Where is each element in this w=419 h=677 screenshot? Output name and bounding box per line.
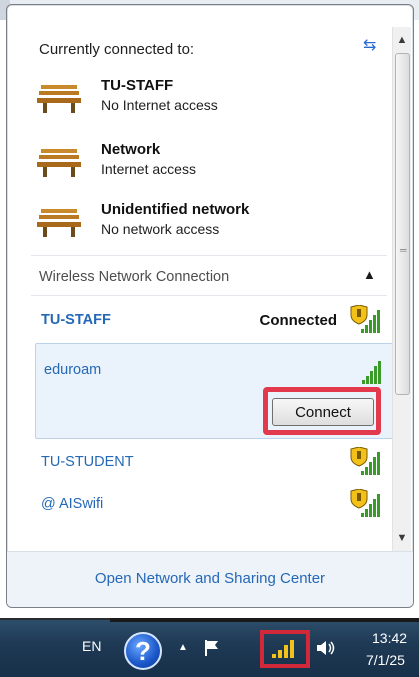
network-flyout: Currently connected to: ⇆ TU-STAFF No In…	[6, 4, 414, 608]
secured-signal-icon	[350, 447, 380, 475]
connected-status: Connected	[259, 312, 337, 329]
wifi-ssid: TU-STAFF	[41, 312, 111, 328]
network-status: No Internet access	[101, 97, 218, 113]
signal-icon	[362, 361, 381, 384]
secured-signal-icon	[350, 489, 380, 517]
bench-network-icon	[37, 149, 81, 177]
divider	[31, 255, 387, 256]
scroll-down-arrow-icon[interactable]: ▼	[393, 529, 411, 547]
help-icon[interactable]: ?	[124, 632, 162, 670]
scrollbar-grip-icon: ═	[400, 245, 407, 255]
action-center-flag-icon[interactable]	[202, 638, 222, 658]
scrollbar-thumb[interactable]: ═	[395, 53, 410, 395]
clock-time[interactable]: 13:42	[372, 630, 407, 646]
connected-network-item: Unidentified network No network access	[37, 197, 367, 245]
vertical-scrollbar[interactable]: ▲ ═ ▼	[392, 27, 411, 551]
bench-network-icon	[37, 85, 81, 113]
connected-network-item: TU-STAFF No Internet access	[37, 73, 367, 121]
connect-button[interactable]: Connect	[272, 398, 374, 426]
network-list-area: Currently connected to: ⇆ TU-STAFF No In…	[7, 5, 393, 551]
scroll-up-arrow-icon[interactable]: ▲	[393, 31, 411, 49]
taskbar-top-edge	[110, 618, 419, 622]
bench-network-icon	[37, 209, 81, 237]
network-name: Network	[101, 141, 161, 158]
refresh-icon[interactable]: ⇆	[363, 35, 376, 55]
network-name: TU-STAFF	[101, 77, 174, 94]
wireless-section-title: Wireless Network Connection	[39, 269, 230, 285]
wifi-ssid: TU-STUDENT	[41, 454, 134, 470]
chevron-up-icon[interactable]: ▲	[363, 267, 376, 282]
network-status: Internet access	[101, 161, 196, 177]
wifi-item-aiswifi[interactable]: @ AISwifi	[37, 487, 387, 521]
show-hidden-icons-icon[interactable]: ▲	[178, 642, 188, 653]
language-indicator[interactable]: EN	[82, 638, 101, 654]
open-network-sharing-center-link[interactable]: Open Network and Sharing Center	[7, 570, 413, 587]
network-status: No network access	[101, 221, 220, 237]
wifi-item-tu-student[interactable]: TU-STUDENT	[37, 445, 387, 479]
wifi-ssid: eduroam	[44, 362, 102, 378]
volume-icon[interactable]	[315, 638, 337, 658]
secured-signal-icon	[350, 305, 380, 333]
network-signal-icon[interactable]	[268, 636, 300, 660]
wifi-ssid: @ AISwifi	[41, 496, 104, 512]
divider	[31, 295, 387, 296]
taskbar: EN ? ▲ 13:42 7/1/25	[0, 618, 419, 677]
spacer	[0, 610, 419, 618]
clock-date[interactable]: 7/1/25	[366, 652, 405, 668]
currently-connected-header: Currently connected to:	[39, 41, 195, 58]
flyout-footer: Open Network and Sharing Center	[7, 551, 413, 607]
connected-network-item: Network Internet access	[37, 137, 367, 185]
wifi-item-tu-staff[interactable]: TU-STAFF Connected	[37, 303, 387, 337]
network-name: Unidentified network	[101, 201, 250, 218]
